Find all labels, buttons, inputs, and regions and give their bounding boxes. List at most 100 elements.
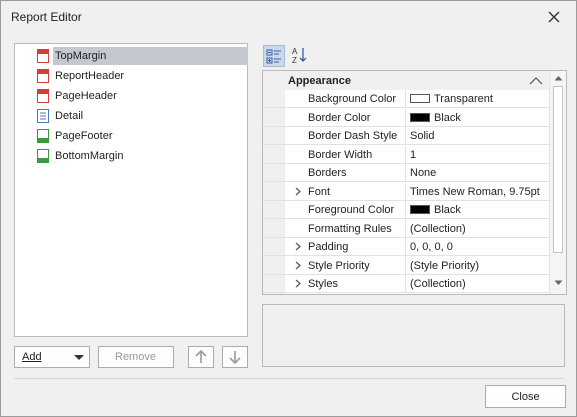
property-name: Styles (308, 278, 338, 290)
band-icon (37, 69, 49, 83)
category-label: Appearance (288, 75, 351, 87)
categorized-view-button[interactable] (263, 45, 285, 67)
remove-button[interactable]: Remove (98, 346, 174, 368)
property-value-text: (Collection) (410, 278, 466, 290)
band-icon (37, 129, 49, 143)
band-icon (37, 149, 49, 163)
property-value-text: (Style Priority) (410, 259, 480, 272)
sort-alphabetical-icon: A Z (292, 47, 307, 65)
property-value[interactable]: Times New Roman, 9.75pt (410, 186, 540, 198)
property-name: Background Color (308, 93, 397, 105)
property-row[interactable]: Formatting Rules (Collection) (263, 219, 549, 238)
property-name-cell: Border Dash Style (285, 127, 406, 145)
chevron-right-icon[interactable] (294, 187, 302, 196)
property-value-text: Times New Roman, 9.75pt (410, 185, 540, 198)
move-down-button[interactable] (222, 346, 248, 368)
property-row[interactable]: Font Times New Roman, 9.75pt (263, 182, 549, 201)
property-row[interactable]: Padding 0, 0, 0, 0 (263, 238, 549, 256)
tree-item-reportheader[interactable]: ReportHeader (15, 66, 247, 86)
property-name: Borders (308, 167, 347, 179)
property-name: Formatting Rules (308, 222, 392, 235)
tree-item-topmargin[interactable]: TopMargin (15, 46, 248, 66)
bands-tree[interactable]: TopMargin ReportHeader PageHeader Detail Pag… (14, 43, 248, 337)
property-name: Padding (308, 241, 349, 253)
chevron-up-icon[interactable] (529, 76, 543, 85)
property-name-cell: Style Priority (285, 256, 406, 275)
tree-item-detail[interactable]: Detail (15, 106, 247, 126)
arrow-up-icon (195, 349, 207, 363)
property-value[interactable]: Black (410, 204, 461, 216)
description-panel (262, 304, 565, 367)
property-name-cell: Font (285, 182, 406, 201)
close-button-label: Close (511, 391, 540, 403)
property-name: Border Width (308, 148, 373, 161)
property-value[interactable]: (Collection) (410, 223, 466, 235)
chevron-right-icon[interactable] (294, 261, 302, 270)
property-value[interactable]: (Collection) (410, 278, 466, 290)
scroll-down-icon[interactable] (554, 280, 563, 286)
property-name-cell: Border Width (285, 145, 406, 164)
category-row[interactable]: Appearance (263, 71, 549, 90)
property-row[interactable]: Foreground Color Black (263, 201, 549, 219)
band-icon (37, 89, 49, 103)
detail-band-icon (37, 109, 49, 123)
property-value[interactable]: Transparent (410, 93, 493, 105)
categorized-icon (266, 49, 281, 64)
property-value[interactable]: 1 (410, 149, 416, 161)
tree-item-pageheader[interactable]: PageHeader (15, 86, 247, 106)
close-button[interactable]: Close (485, 385, 566, 408)
property-row[interactable]: Background Color Transparent (263, 90, 549, 108)
property-value[interactable]: None (410, 167, 436, 179)
property-row[interactable]: Border Color Black (263, 108, 549, 127)
add-button[interactable]: Add (14, 346, 90, 368)
property-name-cell: Background Color (285, 90, 406, 108)
property-value[interactable]: Black (410, 112, 461, 124)
scroll-up-icon[interactable] (554, 75, 563, 81)
property-value[interactable]: 0, 0, 0, 0 (410, 241, 453, 253)
tree-item-bottommargin[interactable]: BottomMargin (15, 146, 247, 166)
tree-item-label: PageFooter (55, 130, 113, 142)
property-name-cell: Borders (285, 164, 406, 182)
svg-text:Z: Z (292, 56, 297, 65)
add-button-label: Add (22, 351, 42, 363)
property-name-cell: Padding (285, 238, 406, 256)
chevron-right-icon[interactable] (294, 242, 302, 251)
band-icon (37, 49, 49, 63)
color-swatch-icon (410, 94, 430, 103)
property-value-text: Solid (410, 130, 435, 142)
close-icon[interactable] (545, 8, 563, 26)
color-swatch-icon (410, 112, 430, 122)
property-value-text: 1 (410, 148, 417, 161)
property-row[interactable]: Style Priority (Style Priority) (263, 256, 549, 275)
scrollbar-thumb[interactable] (553, 86, 563, 253)
tree-item-label: BottomMargin (55, 150, 124, 162)
property-name: Foreground Color (308, 204, 395, 216)
property-row[interactable]: Border Width 1 (263, 145, 549, 164)
report-editor-window: Report Editor TopMargin ReportHeader PageH… (0, 0, 577, 417)
property-name: Style Priority (308, 259, 370, 272)
svg-text:A: A (292, 47, 298, 56)
property-name: Font (308, 185, 331, 198)
alphabetical-view-button[interactable]: A Z (289, 45, 311, 67)
property-value[interactable]: (Style Priority) (410, 260, 479, 272)
property-row[interactable]: Border Dash Style Solid (263, 127, 549, 145)
move-up-button[interactable] (188, 346, 214, 368)
tree-item-label: Detail (55, 110, 84, 122)
tree-item-pagefooter[interactable]: PageFooter (15, 126, 247, 146)
vertical-scrollbar[interactable] (549, 71, 566, 294)
chevron-right-icon[interactable] (294, 279, 302, 288)
property-name: Border Color (308, 111, 371, 124)
property-name-cell: Styles (285, 275, 406, 293)
chevron-down-icon (74, 355, 84, 360)
property-value-text: Transparent (434, 93, 493, 105)
property-name-cell: Formatting Rules (285, 219, 406, 238)
property-value-text: Black (434, 111, 461, 124)
remove-button-label: Remove (115, 351, 156, 363)
property-row[interactable]: Styles (Collection) (263, 275, 549, 293)
property-row[interactable]: Borders None (263, 164, 549, 182)
tree-item-label: TopMargin (53, 47, 248, 65)
color-swatch-icon (410, 205, 430, 214)
property-value[interactable]: Solid (410, 130, 434, 142)
property-name-cell: Foreground Color (285, 201, 406, 219)
property-grid[interactable]: Appearance Background Color Transparent Bo… (262, 70, 567, 295)
